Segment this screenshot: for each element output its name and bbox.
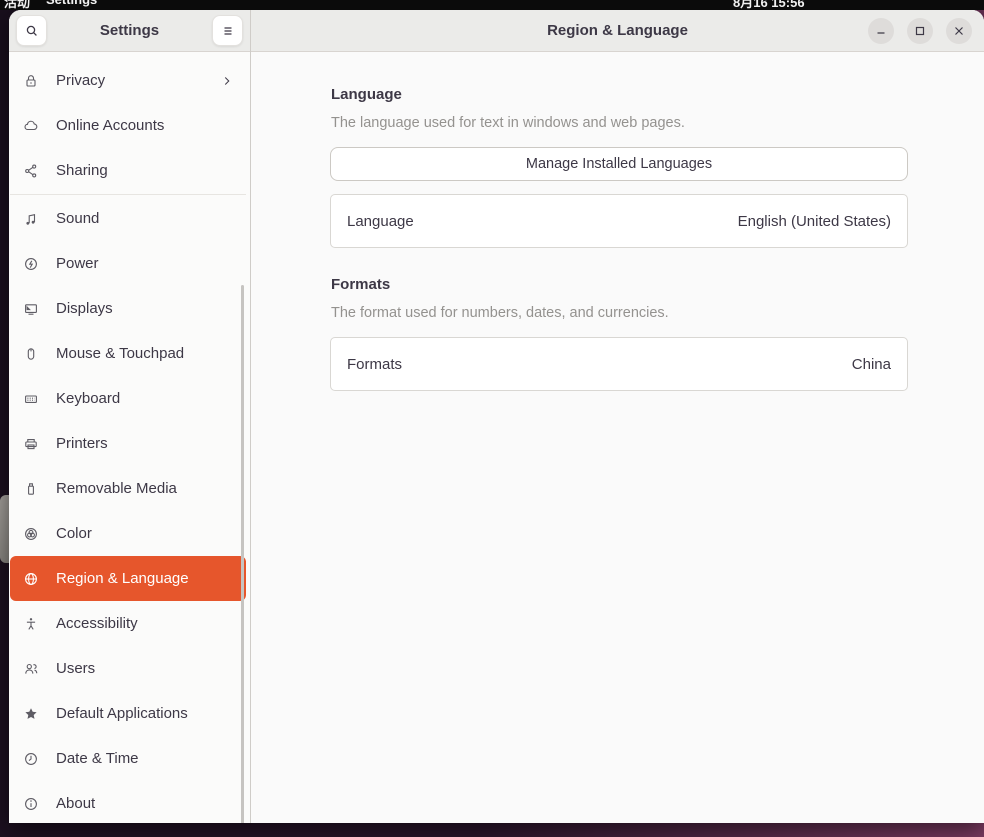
maximize-button[interactable] xyxy=(907,18,933,44)
sidebar-list: Privacy Online Accounts xyxy=(9,52,250,823)
sidebar-item-label: Users xyxy=(56,660,95,677)
sidebar-item-privacy[interactable]: Privacy xyxy=(10,58,246,103)
sidebar-scrollbar[interactable] xyxy=(241,285,244,823)
main-pane: Region & Language xyxy=(251,10,984,823)
formats-row-value: China xyxy=(852,356,891,373)
cloud-icon xyxy=(23,118,39,134)
minimize-button[interactable] xyxy=(868,18,894,44)
window-controls xyxy=(868,10,972,52)
sidebar-item-label: Date & Time xyxy=(56,750,139,767)
language-row[interactable]: Language English (United States) xyxy=(330,194,908,248)
formats-row[interactable]: Formats China xyxy=(330,337,908,391)
sidebar-item-label: Privacy xyxy=(56,72,105,89)
sidebar: Settings Privacy xyxy=(9,10,251,823)
usb-drive-icon xyxy=(23,481,39,497)
music-note-icon xyxy=(23,211,39,227)
search-icon xyxy=(24,23,40,39)
shell-top-bar: 活动 Settings 8月16 15:56 xyxy=(0,0,984,10)
sidebar-item-online-accounts[interactable]: Online Accounts xyxy=(10,103,246,148)
search-button[interactable] xyxy=(16,15,47,46)
printer-icon xyxy=(23,436,39,452)
sidebar-item-sharing[interactable]: Sharing xyxy=(10,148,246,193)
sidebar-item-label: Power xyxy=(56,255,99,272)
sidebar-item-label: Default Applications xyxy=(56,705,188,722)
lock-icon xyxy=(23,73,39,89)
sidebar-item-label: Accessibility xyxy=(56,615,138,632)
page-title: Region & Language xyxy=(547,22,688,39)
mouse-icon xyxy=(23,346,39,362)
hamburger-menu-icon xyxy=(220,23,236,39)
sidebar-separator xyxy=(10,194,246,195)
topbar-clock[interactable]: 8月16 15:56 xyxy=(733,0,805,10)
sidebar-item-date-time[interactable]: Date & Time xyxy=(10,736,246,781)
sidebar-item-printers[interactable]: Printers xyxy=(10,421,246,466)
share-icon xyxy=(23,163,39,179)
info-icon xyxy=(23,796,39,812)
display-icon xyxy=(23,301,39,317)
sidebar-item-label: About xyxy=(56,795,95,812)
maximize-icon xyxy=(912,23,928,39)
sidebar-item-label: Sharing xyxy=(56,162,108,179)
sidebar-item-label: Sound xyxy=(56,210,99,227)
formats-section: Formats The format used for numbers, dat… xyxy=(330,276,908,391)
formats-section-description: The format used for numbers, dates, and … xyxy=(331,305,908,321)
sidebar-item-region-language[interactable]: Region & Language xyxy=(10,556,246,601)
globe-icon xyxy=(23,571,39,587)
sidebar-item-label: Keyboard xyxy=(56,390,120,407)
close-icon xyxy=(951,23,967,39)
sidebar-item-label: Mouse & Touchpad xyxy=(56,345,184,362)
settings-window: Settings Privacy xyxy=(9,10,984,823)
primary-menu-button[interactable] xyxy=(212,15,243,46)
clock-icon xyxy=(23,751,39,767)
sidebar-item-label: Displays xyxy=(56,300,113,317)
language-row-label: Language xyxy=(347,213,414,230)
activities-button[interactable]: 活动 xyxy=(4,0,30,10)
sidebar-item-label: Removable Media xyxy=(56,480,177,497)
main-headerbar: Region & Language xyxy=(251,10,984,52)
sidebar-item-label: Printers xyxy=(56,435,108,452)
language-section: Language The language used for text in w… xyxy=(330,86,908,248)
sidebar-item-keyboard[interactable]: Keyboard xyxy=(10,376,246,421)
sidebar-item-color[interactable]: Color xyxy=(10,511,246,556)
sidebar-item-accessibility[interactable]: Accessibility xyxy=(10,601,246,646)
star-icon xyxy=(23,706,39,722)
language-section-description: The language used for text in windows an… xyxy=(331,115,908,131)
power-icon xyxy=(23,256,39,272)
page-content: Language The language used for text in w… xyxy=(251,52,984,823)
sidebar-item-removable-media[interactable]: Removable Media xyxy=(10,466,246,511)
keyboard-icon xyxy=(23,391,39,407)
sidebar-item-label: Online Accounts xyxy=(56,117,164,134)
minimize-icon xyxy=(873,23,889,39)
sidebar-item-users[interactable]: Users xyxy=(10,646,246,691)
topbar-app-name[interactable]: Settings xyxy=(46,0,97,7)
formats-section-title: Formats xyxy=(331,276,908,293)
chevron-right-icon xyxy=(220,74,234,88)
sidebar-headerbar: Settings xyxy=(9,10,250,52)
accessibility-icon xyxy=(23,616,39,632)
sidebar-item-sound[interactable]: Sound xyxy=(10,196,246,241)
users-icon xyxy=(23,661,39,677)
sidebar-item-displays[interactable]: Displays xyxy=(10,286,246,331)
background-window-sliver xyxy=(0,495,9,563)
language-row-value: English (United States) xyxy=(738,213,891,230)
sidebar-item-mouse-touchpad[interactable]: Mouse & Touchpad xyxy=(10,331,246,376)
sidebar-item-about[interactable]: About xyxy=(10,781,246,823)
sidebar-item-default-applications[interactable]: Default Applications xyxy=(10,691,246,736)
sidebar-title: Settings xyxy=(47,22,212,39)
language-section-title: Language xyxy=(331,86,908,103)
close-button[interactable] xyxy=(946,18,972,44)
color-wheel-icon xyxy=(23,526,39,542)
formats-row-label: Formats xyxy=(347,356,402,373)
sidebar-item-power[interactable]: Power xyxy=(10,241,246,286)
manage-installed-languages-button[interactable]: Manage Installed Languages xyxy=(330,147,908,181)
sidebar-item-label: Region & Language xyxy=(56,570,189,587)
sidebar-item-label: Color xyxy=(56,525,92,542)
